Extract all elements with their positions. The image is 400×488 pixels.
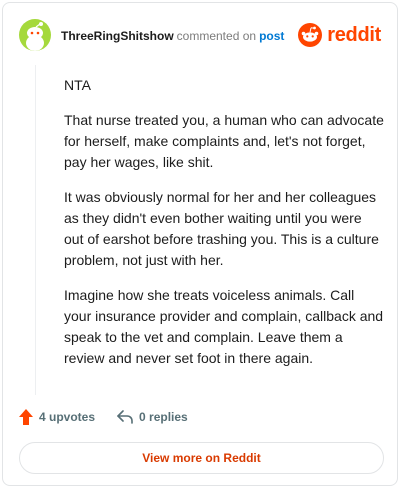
replies-button[interactable]: 0 replies — [117, 410, 188, 424]
comment-actions: 4 upvotes 0 replies — [19, 405, 188, 429]
comment-embed-card: ThreeRingShitshow commented on post reddit… — [2, 2, 398, 486]
reddit-wordmark: reddit — [327, 23, 381, 46]
post-link[interactable]: post — [259, 29, 284, 43]
comment-paragraph: That nurse treated you, a human who can … — [64, 112, 384, 170]
reply-arrow-icon — [117, 410, 133, 424]
thread-line — [35, 65, 36, 395]
reply-count: 0 replies — [139, 410, 188, 424]
commented-on-text: commented on — [176, 29, 257, 43]
snoo-avatar-icon[interactable] — [19, 19, 51, 51]
username-link[interactable]: ThreeRingShitshow — [61, 29, 174, 43]
comment-paragraph: NTA — [64, 77, 91, 93]
upvote-arrow-icon — [19, 409, 33, 425]
reddit-logo[interactable]: reddit — [298, 21, 381, 49]
view-more-on-reddit-button[interactable]: View more on Reddit — [19, 442, 384, 474]
comment-byline: ThreeRingShitshow commented on post — [61, 29, 284, 43]
comment-body: NTA That nurse treated you, a human who … — [64, 75, 384, 383]
comment-paragraph: It was obviously normal for her and her … — [64, 189, 379, 268]
comment-header: ThreeRingShitshow commented on post reddit — [19, 19, 381, 51]
upvote-button[interactable]: 4 upvotes — [19, 409, 95, 425]
upvote-count: 4 upvotes — [39, 410, 96, 424]
reddit-logo-icon — [298, 23, 323, 47]
comment-paragraph: Imagine how she treats voiceless animals… — [64, 287, 384, 366]
